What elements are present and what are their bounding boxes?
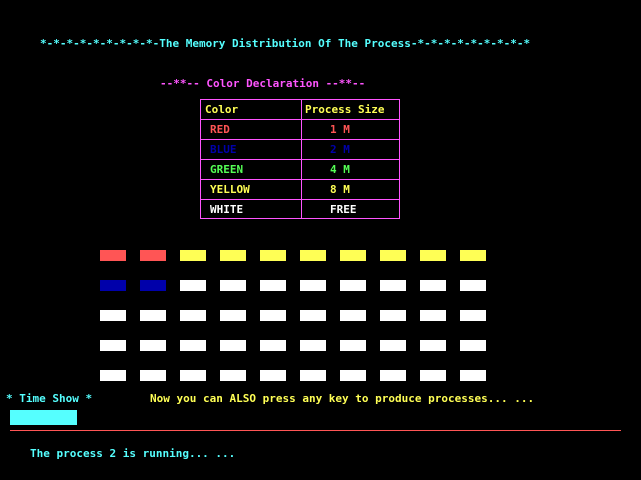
- legend-row-size: 8 M: [330, 183, 350, 196]
- memory-block: [340, 340, 366, 351]
- memory-block: [420, 310, 446, 321]
- legend-row-name: WHITE: [210, 203, 244, 216]
- legend-row-size: 1 M: [330, 123, 350, 136]
- status-message: The process 2 is running... ...: [30, 447, 236, 460]
- memory-block: [340, 370, 366, 381]
- memory-block: [100, 280, 126, 291]
- memory-block: [420, 250, 446, 261]
- memory-block: [460, 250, 486, 261]
- legend-row-size: FREE: [330, 203, 357, 216]
- page-title: *-*-*-*-*-*-*-*-*-The Memory Distributio…: [40, 37, 531, 50]
- legend-row-name: GREEN: [210, 163, 244, 176]
- memory-block: [100, 370, 126, 381]
- legend-row-divider: [201, 159, 399, 160]
- memory-block: [340, 310, 366, 321]
- memory-block: [260, 280, 286, 291]
- memory-block: [180, 370, 206, 381]
- time-show-label: * Time Show *: [6, 392, 93, 405]
- legend-header-color: Color: [205, 103, 239, 116]
- memory-block: [300, 340, 326, 351]
- memory-block: [300, 370, 326, 381]
- memory-block: [140, 280, 166, 291]
- memory-block: [140, 310, 166, 321]
- memory-block: [460, 310, 486, 321]
- memory-block: [140, 370, 166, 381]
- memory-block: [380, 340, 406, 351]
- memory-block: [460, 280, 486, 291]
- legend-row-divider: [201, 199, 399, 200]
- memory-block: [260, 250, 286, 261]
- memory-block: [180, 340, 206, 351]
- memory-block: [260, 370, 286, 381]
- memory-block: [100, 250, 126, 261]
- legend-row-name: RED: [210, 123, 230, 136]
- color-legend-table: Color Process Size RED 1 M BLUE 2 M GREE…: [200, 99, 400, 219]
- legend-row-divider: [201, 119, 399, 120]
- memory-block: [220, 310, 246, 321]
- memory-block: [220, 340, 246, 351]
- memory-block: [260, 340, 286, 351]
- memory-block: [380, 250, 406, 261]
- memory-block: [460, 340, 486, 351]
- memory-block: [340, 250, 366, 261]
- divider-line: [10, 430, 621, 431]
- memory-block: [140, 340, 166, 351]
- legend-row-divider: [201, 179, 399, 180]
- memory-block: [220, 370, 246, 381]
- memory-block: [420, 370, 446, 381]
- legend-row-size: 4 M: [330, 163, 350, 176]
- memory-block: [220, 250, 246, 261]
- memory-block: [380, 310, 406, 321]
- memory-block-grid: [100, 250, 500, 390]
- memory-block: [300, 250, 326, 261]
- memory-block: [300, 310, 326, 321]
- legend-row-name: YELLOW: [210, 183, 250, 196]
- memory-block: [380, 370, 406, 381]
- memory-block: [100, 310, 126, 321]
- time-progress-bar: [10, 410, 77, 425]
- legend-row-divider: [201, 139, 399, 140]
- legend-row-name: BLUE: [210, 143, 237, 156]
- memory-block: [420, 340, 446, 351]
- memory-block: [460, 370, 486, 381]
- memory-block: [340, 280, 366, 291]
- memory-block: [180, 310, 206, 321]
- legend-row-size: 2 M: [330, 143, 350, 156]
- memory-block: [180, 250, 206, 261]
- legend-title: --**-- Color Declaration --**--: [160, 77, 366, 90]
- memory-block: [380, 280, 406, 291]
- memory-block: [420, 280, 446, 291]
- memory-block: [140, 250, 166, 261]
- memory-block: [260, 310, 286, 321]
- memory-block: [180, 280, 206, 291]
- memory-block: [220, 280, 246, 291]
- instruction-message: Now you can ALSO press any key to produc…: [150, 392, 535, 405]
- memory-block: [300, 280, 326, 291]
- memory-block: [100, 340, 126, 351]
- legend-header-size: Process Size: [305, 103, 385, 116]
